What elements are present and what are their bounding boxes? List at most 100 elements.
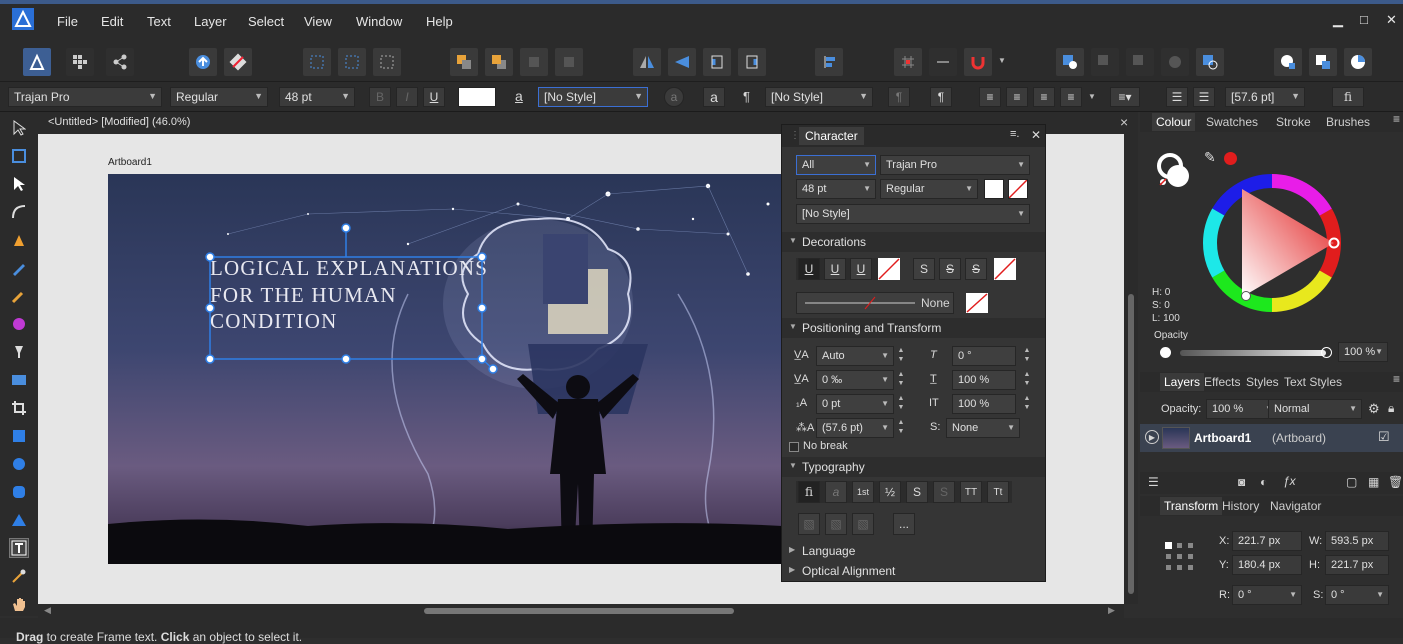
layers-stack-icon[interactable]: ☰ (1148, 475, 1159, 489)
close-window-icon[interactable]: ✕ (1386, 12, 1397, 28)
leading-select[interactable]: [57.6 pt] ▼ (1225, 87, 1305, 107)
kerning-field[interactable]: Auto ▼ (816, 346, 894, 366)
close-document-icon[interactable]: × (1120, 114, 1128, 130)
underline-single-button[interactable]: U (798, 258, 820, 280)
horizontal-scroll-thumb[interactable] (424, 608, 734, 614)
underline-custom-button[interactable]: U (850, 258, 872, 280)
layer-visibility-checkbox[interactable]: ☑ (1378, 429, 1390, 445)
w-field[interactable]: 593.5 px (1325, 531, 1389, 551)
snap-objects-icon[interactable] (929, 48, 957, 76)
vertical-scrollbar[interactable] (1124, 134, 1138, 604)
shear-stepper[interactable]: ▲ ▼ (1022, 346, 1032, 366)
arrange-bottom-icon[interactable] (555, 48, 583, 76)
typography-option-button[interactable]: ▧ (798, 513, 820, 535)
move-tool-icon[interactable] (9, 118, 29, 138)
subscript-button[interactable]: S (933, 481, 955, 503)
pen-tool-icon[interactable] (9, 230, 29, 250)
document-tab-title[interactable]: <Untitled> [Modified] (46.0%) (48, 116, 190, 128)
tab-layers[interactable]: Layers (1160, 373, 1205, 391)
character-panel-title[interactable]: Character (799, 127, 864, 145)
panel-font-select[interactable]: Trajan Pro ▼ (880, 155, 1030, 175)
flip-horizontal-icon[interactable] (633, 48, 661, 76)
rotate-left-icon[interactable] (703, 48, 731, 76)
text-fill-swatch[interactable] (458, 87, 496, 107)
vertical-scale-stepper[interactable]: ▲ ▼ (1022, 394, 1032, 414)
align-left-icon[interactable] (303, 48, 331, 76)
designer-persona-icon[interactable] (23, 48, 51, 76)
panel-menu-icon[interactable]: ≡. (1010, 128, 1019, 140)
line-style-select[interactable]: None (796, 292, 954, 314)
tab-stroke[interactable]: Stroke (1276, 115, 1311, 129)
ligatures-button[interactable]: fi (1332, 87, 1364, 107)
ordinals-button[interactable]: 1st (852, 481, 874, 503)
lock-icon[interactable]: 🔒︎ (1388, 401, 1394, 416)
grid-snap-icon[interactable] (894, 48, 922, 76)
layer-row[interactable]: ▶ Artboard1 (Artboard) ☑ (1140, 424, 1403, 452)
align-center-icon[interactable] (338, 48, 366, 76)
layer-settings-icon[interactable]: ⚙ (1368, 401, 1380, 417)
decorations-section[interactable]: ▼ Decorations (782, 232, 1045, 252)
fill-stroke-selector[interactable] (1156, 152, 1192, 188)
tracking-field[interactable]: 0 ‰ ▼ (816, 370, 894, 390)
share-icon[interactable] (189, 48, 217, 76)
alignment-dropdown-icon[interactable]: ▼ (1088, 92, 1096, 101)
character-style-select[interactable]: [No Style] ▼ (538, 87, 648, 107)
align-text-left-icon[interactable]: ≡ (979, 87, 1001, 107)
standard-ligatures-button[interactable]: fi (798, 481, 820, 503)
underline-double-button[interactable]: U (824, 258, 846, 280)
panel-menu-icon[interactable]: ≡ (1393, 112, 1400, 126)
selection-bounding-box[interactable] (200, 220, 500, 380)
brush-tool-icon[interactable] (9, 286, 29, 306)
paragraph-style-select[interactable]: [No Style] ▼ (765, 87, 873, 107)
add-shape-icon[interactable] (1056, 48, 1084, 76)
hand-tool-icon[interactable] (9, 594, 29, 614)
vertical-scale-field[interactable]: 100 % (952, 394, 1016, 414)
eyedropper-icon[interactable]: ✎ (1204, 149, 1216, 166)
rounded-rectangle-tool-icon[interactable] (9, 482, 29, 502)
leading-field[interactable]: (57.6 pt) ▼ (816, 418, 894, 438)
baseline-stepper[interactable]: ▲ ▼ (896, 394, 906, 414)
opacity-slider[interactable] (1180, 350, 1326, 356)
fill-tool-icon[interactable] (9, 314, 29, 334)
justify-text-icon[interactable]: ≡ (1060, 87, 1082, 107)
strike-custom-button[interactable]: S (965, 258, 987, 280)
rectangle-tool-icon[interactable] (9, 426, 29, 446)
close-panel-icon[interactable]: ✕ (1031, 128, 1041, 142)
intersect-shape-icon[interactable] (1126, 48, 1154, 76)
panel-size-select[interactable]: 48 pt ▼ (796, 179, 876, 199)
add-group-icon[interactable]: ▦ (1368, 475, 1379, 489)
transparency-tool-icon[interactable] (9, 342, 29, 362)
scroll-right-icon[interactable]: ▶ (1108, 605, 1115, 616)
opacity-field[interactable]: 100 % ▼ (1338, 342, 1388, 362)
insert-top-icon[interactable] (1344, 48, 1372, 76)
colour-wheel[interactable] (1202, 173, 1342, 313)
baseline-field[interactable]: 0 pt ▼ (816, 394, 894, 414)
tab-brushes[interactable]: Brushes (1326, 115, 1370, 129)
panel-text-outline-swatch[interactable] (1008, 179, 1028, 199)
menu-view[interactable]: View (304, 14, 332, 29)
no-break-checkbox[interactable] (789, 442, 799, 452)
tab-transform[interactable]: Transform (1160, 497, 1223, 515)
panel-menu-icon[interactable]: ≡ (1393, 372, 1400, 386)
case-select[interactable]: None ▼ (946, 418, 1020, 438)
xor-shape-icon[interactable] (1161, 48, 1189, 76)
strike-color-swatch[interactable] (994, 258, 1016, 280)
typography-option-button[interactable]: ▧ (825, 513, 847, 535)
align-text-right-icon[interactable]: ≡ (1033, 87, 1055, 107)
arrange-back-icon[interactable] (450, 48, 478, 76)
horizontal-scale-field[interactable]: 100 % (952, 370, 1016, 390)
all-caps-button[interactable]: TT (960, 481, 982, 503)
tab-swatches[interactable]: Swatches (1206, 115, 1258, 129)
horizontal-scale-stepper[interactable]: ▲ ▼ (1022, 370, 1032, 390)
export-persona-icon[interactable] (106, 48, 134, 76)
swash-button[interactable]: a (825, 481, 847, 503)
font-family-select[interactable]: Trajan Pro ▼ (8, 87, 162, 107)
x-field[interactable]: 221.7 px (1232, 531, 1302, 551)
create-paragraph-style-button[interactable]: ¶ (930, 87, 952, 107)
shear-field[interactable]: 0 ° (952, 346, 1016, 366)
bullet-list-icon[interactable]: ☰ (1166, 87, 1188, 107)
pencil-tool-icon[interactable] (9, 258, 29, 278)
tab-text-styles[interactable]: Text Styles (1284, 375, 1342, 389)
artboard-tool-icon[interactable] (9, 146, 29, 166)
line-color-swatch[interactable] (966, 293, 988, 313)
